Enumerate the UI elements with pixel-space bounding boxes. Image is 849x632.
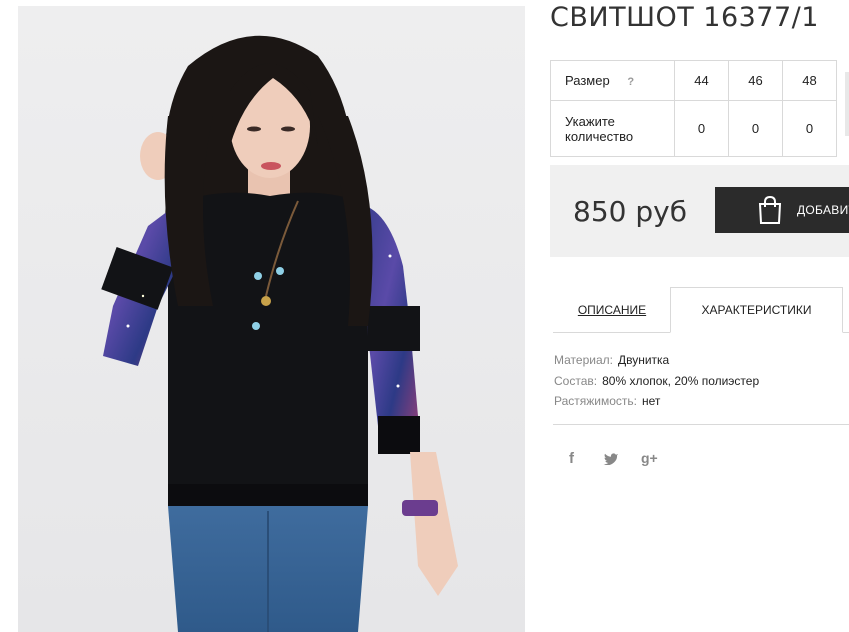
add-to-cart-label: ДОБАВИТЬ — [797, 203, 849, 217]
spec-value: нет — [642, 394, 661, 408]
quantity-input-44[interactable]: 0 — [674, 100, 729, 157]
side-panel-edge — [845, 72, 849, 136]
shopping-bag-icon — [758, 195, 782, 224]
spec-value: Двунитка — [617, 353, 670, 367]
size-label: Размер — [565, 73, 610, 88]
spec-key: Состав: — [554, 373, 598, 388]
divider — [553, 424, 849, 425]
product-tabs: ОПИСАНИЕ ХАРАКТЕРИСТИКИ — [553, 287, 849, 333]
quantity-input-48[interactable]: 0 — [782, 100, 837, 157]
size-44: 44 — [674, 60, 729, 101]
spec-value: 80% хлопок, 20% полиэстер — [602, 373, 760, 388]
spec-key: Растяжимость: — [554, 394, 638, 408]
spec-key: Материал: — [554, 353, 613, 367]
size-help-icon[interactable]: ? — [627, 76, 634, 88]
tab-characteristics[interactable]: ХАРАКТЕРИСТИКИ — [670, 287, 843, 333]
size-table: Размер ? 44 46 48 Укажите количество 0 0… — [550, 60, 837, 157]
quantity-input-46[interactable]: 0 — [728, 100, 783, 157]
twitter-icon[interactable] — [603, 452, 619, 465]
spec-row: Растяжимость: нет — [554, 391, 759, 412]
product-title: СВИТШОТ 16377/1 — [550, 2, 819, 33]
spec-row: Материал: Двунитка — [554, 350, 759, 371]
size-46: 46 — [728, 60, 783, 101]
add-to-cart-button[interactable]: ДОБАВИТЬ — [715, 187, 849, 233]
spec-row: Состав: 80% хлопок, 20% полиэстер — [554, 371, 759, 392]
product-price: 850 руб — [573, 195, 687, 228]
specs-list: Материал: Двунитка Состав: 80% хлопок, 20%… — [554, 350, 759, 412]
model-illustration — [101, 35, 458, 632]
price-box: 850 руб ДОБАВИТЬ — [550, 165, 849, 257]
facebook-icon[interactable]: f — [569, 450, 574, 467]
quantity-label: Укажите количество — [550, 100, 675, 157]
tab-description[interactable]: ОПИСАНИЕ — [553, 287, 671, 332]
google-plus-icon[interactable]: g+ — [641, 450, 658, 466]
size-48: 48 — [782, 60, 837, 101]
size-label-cell: Размер ? — [550, 60, 675, 101]
product-image[interactable] — [18, 6, 525, 632]
